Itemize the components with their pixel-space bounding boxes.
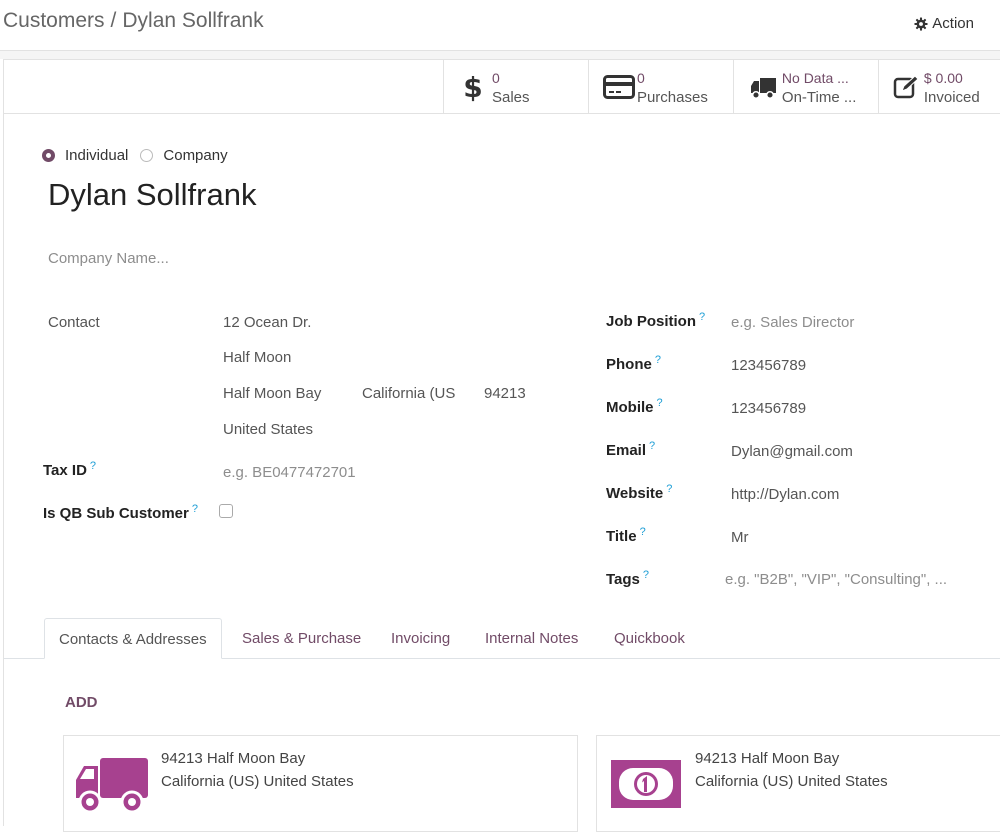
on-time-label: On-Time ... — [781, 89, 857, 106]
action-button-label: Action — [932, 15, 974, 32]
breadcrumb-customers-link[interactable]: Customers — [3, 9, 105, 32]
country-select[interactable]: United States — [223, 421, 313, 438]
truck-icon — [750, 78, 776, 100]
sales-label: Sales — [492, 89, 530, 106]
control-panel: Customers / Dylan Sollfrank Action — [0, 0, 1000, 51]
city-input[interactable]: Half Moon Bay — [223, 385, 321, 402]
contact-label: Contact — [48, 314, 100, 331]
partner-type-radio-group: Individual Company — [42, 147, 240, 164]
on-time-value: No Data ... — [781, 70, 849, 86]
tax-id-label-text: Tax ID — [43, 462, 87, 479]
help-icon[interactable]: ? — [640, 526, 646, 538]
qb-sub-customer-checkbox[interactable] — [219, 504, 233, 518]
address-card-line2: California (US) United States — [161, 773, 354, 790]
tab-internal-notes[interactable]: Internal Notes — [485, 618, 578, 658]
email-label-text: Email — [606, 442, 647, 459]
zip-input[interactable]: 94213 — [484, 385, 526, 402]
purchases-label: Purchases — [636, 89, 708, 106]
money-bill-icon — [611, 760, 681, 808]
address-card-line1: 94213 Half Moon Bay — [695, 750, 840, 767]
gear-icon — [914, 16, 928, 31]
notebook-tabs: Contacts & Addresses Sales & Purchase In… — [4, 618, 1000, 659]
add-contact-button[interactable]: ADD — [65, 694, 98, 711]
qb-sub-customer-label-text: Is QB Sub Customer — [43, 505, 189, 522]
company-radio[interactable] — [140, 149, 154, 162]
help-icon[interactable]: ? — [192, 503, 198, 515]
email-label: Email? — [606, 440, 655, 459]
website-label-text: Website — [606, 485, 664, 502]
header-band — [0, 51, 1000, 59]
tab-invoicing[interactable]: Invoicing — [391, 618, 450, 658]
sales-stat-button[interactable]: $ 0 Sales — [443, 60, 588, 113]
street-input[interactable]: 12 Ocean Dr. — [223, 314, 311, 331]
company-name-input[interactable]: Company Name... — [48, 250, 169, 267]
tags-label: Tags? — [606, 569, 649, 588]
help-icon[interactable]: ? — [649, 440, 655, 452]
invoiced-amount: $ 0.00 — [923, 70, 963, 86]
help-icon[interactable]: ? — [657, 397, 663, 409]
website-label: Website? — [606, 483, 672, 502]
job-position-label-text: Job Position — [606, 313, 696, 330]
breadcrumb-current: Dylan Sollfrank — [122, 9, 264, 32]
street2-input[interactable]: Half Moon — [223, 349, 291, 366]
invoiced-stat-button[interactable]: $ 0.00 Invoiced — [877, 60, 1000, 113]
delivery-truck-icon — [76, 758, 148, 814]
tax-id-input[interactable]: e.g. BE0477472701 — [223, 464, 356, 481]
individual-radio[interactable] — [42, 149, 55, 162]
help-icon[interactable]: ? — [90, 460, 96, 472]
address-card[interactable]: 94213 Half Moon Bay California (US) Unit… — [63, 735, 578, 832]
edit-icon — [893, 75, 919, 99]
phone-input[interactable]: 123456789 — [731, 357, 806, 374]
title-select[interactable]: Mr — [731, 529, 749, 546]
action-button[interactable]: Action — [914, 15, 974, 32]
mobile-label-text: Mobile — [606, 399, 654, 416]
tax-id-label: Tax ID? — [43, 460, 96, 479]
phone-label-text: Phone — [606, 356, 652, 373]
job-position-input[interactable]: e.g. Sales Director — [731, 314, 854, 331]
email-input[interactable]: Dylan@gmail.com — [731, 443, 853, 460]
partner-name-field[interactable]: Dylan Sollfrank — [48, 177, 256, 213]
credit-card-icon — [602, 75, 635, 99]
help-icon[interactable]: ? — [699, 311, 705, 323]
help-icon[interactable]: ? — [666, 483, 672, 495]
tags-input[interactable]: e.g. "B2B", "VIP", "Consulting", ... — [725, 571, 947, 588]
phone-label: Phone? — [606, 354, 661, 373]
mobile-label: Mobile? — [606, 397, 663, 416]
title-label: Title? — [606, 526, 646, 545]
title-label-text: Title — [606, 528, 637, 545]
state-select[interactable]: California (US — [362, 385, 455, 402]
website-input[interactable]: http://Dylan.com — [731, 486, 839, 503]
on-time-stat-button[interactable]: No Data ... On-Time ... — [732, 60, 878, 113]
sales-count: 0 — [492, 70, 500, 86]
help-icon[interactable]: ? — [643, 569, 649, 581]
svg-text:$: $ — [464, 72, 482, 102]
tags-label-text: Tags — [606, 571, 640, 588]
tab-quickbook[interactable]: Quickbook — [614, 618, 685, 658]
dollar-icon: $ — [464, 72, 482, 102]
purchases-count: 0 — [636, 70, 645, 86]
qb-sub-customer-label: Is QB Sub Customer? — [43, 503, 198, 522]
tab-sales-purchase[interactable]: Sales & Purchase — [242, 618, 361, 658]
help-icon[interactable]: ? — [655, 354, 661, 366]
address-card[interactable]: 94213 Half Moon Bay California (US) Unit… — [596, 735, 1000, 832]
company-radio-label[interactable]: Company — [163, 147, 227, 164]
individual-radio-label[interactable]: Individual — [65, 147, 128, 164]
address-card-line1: 94213 Half Moon Bay — [161, 750, 306, 767]
breadcrumb: Customers / Dylan Sollfrank — [3, 9, 264, 33]
job-position-label: Job Position? — [606, 311, 705, 330]
invoiced-label: Invoiced — [923, 89, 980, 106]
mobile-input[interactable]: 123456789 — [731, 400, 806, 417]
address-card-line2: California (US) United States — [695, 773, 888, 790]
smart-button-box: $ 0 Sales 0 Purchases No Data ... On-Tim… — [443, 60, 1000, 114]
purchases-stat-button[interactable]: 0 Purchases — [587, 60, 733, 113]
form-sheet: $ 0 Sales 0 Purchases No Data ... On-Tim… — [3, 59, 1000, 832]
breadcrumb-separator: / — [110, 9, 117, 32]
header-divider — [4, 113, 443, 114]
tab-contacts-addresses[interactable]: Contacts & Addresses — [44, 618, 222, 659]
